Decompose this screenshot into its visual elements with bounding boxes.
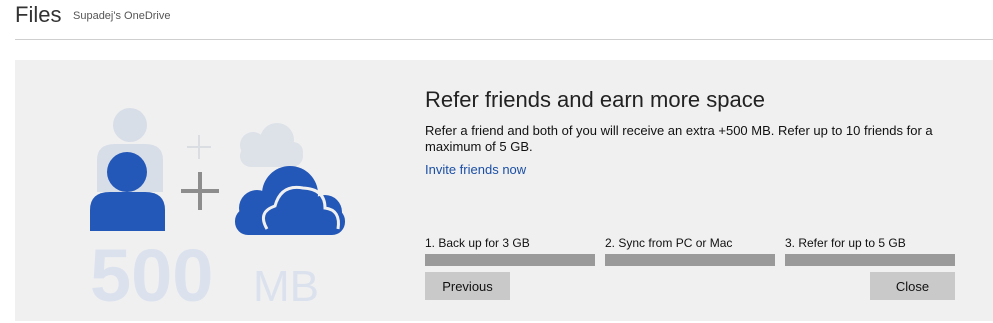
breadcrumb-onedrive[interactable]: Supadej's OneDrive: [73, 10, 171, 22]
faint-plus-icon: [187, 135, 211, 159]
promo-description: Refer a friend and both of you will rece…: [425, 123, 933, 154]
faint-cloud-icon: [240, 123, 303, 167]
step-label: 2. Sync from PC or Mac: [605, 236, 733, 250]
step-progress-bar: [605, 254, 775, 266]
step-backup: 1. Back up for 3 GB: [425, 234, 595, 266]
step-refer: 3. Refer for up to 5 GB: [785, 234, 955, 266]
illustration-graphic: 500 MB: [90, 108, 345, 317]
step-progress-bar: [785, 254, 955, 266]
step-sync: 2. Sync from PC or Mac: [605, 234, 775, 266]
illustration-mb-text: MB: [253, 262, 319, 311]
steps-progress: 1. Back up for 3 GB 2. Sync from PC or M…: [425, 234, 955, 270]
step-progress-bar: [425, 254, 595, 266]
header-divider: [15, 39, 993, 40]
page-title: Files: [15, 2, 62, 27]
promo-title: Refer friends and earn more space: [425, 87, 765, 112]
plus-icon: [181, 172, 219, 210]
step-label: 1. Back up for 3 GB: [425, 236, 530, 250]
step-label: 3. Refer for up to 5 GB: [785, 236, 906, 250]
referral-illustration: 500 MB: [85, 88, 385, 318]
header: Files Supadej's OneDrive: [0, 0, 993, 40]
referral-panel: 500 MB Refer friends and earn more space…: [15, 60, 993, 321]
cloud-icon: [235, 166, 345, 235]
illustration-500-text: 500: [90, 234, 213, 317]
invite-friends-link[interactable]: Invite friends now: [425, 162, 526, 177]
close-button[interactable]: Close: [870, 272, 955, 300]
previous-button[interactable]: Previous: [425, 272, 510, 300]
